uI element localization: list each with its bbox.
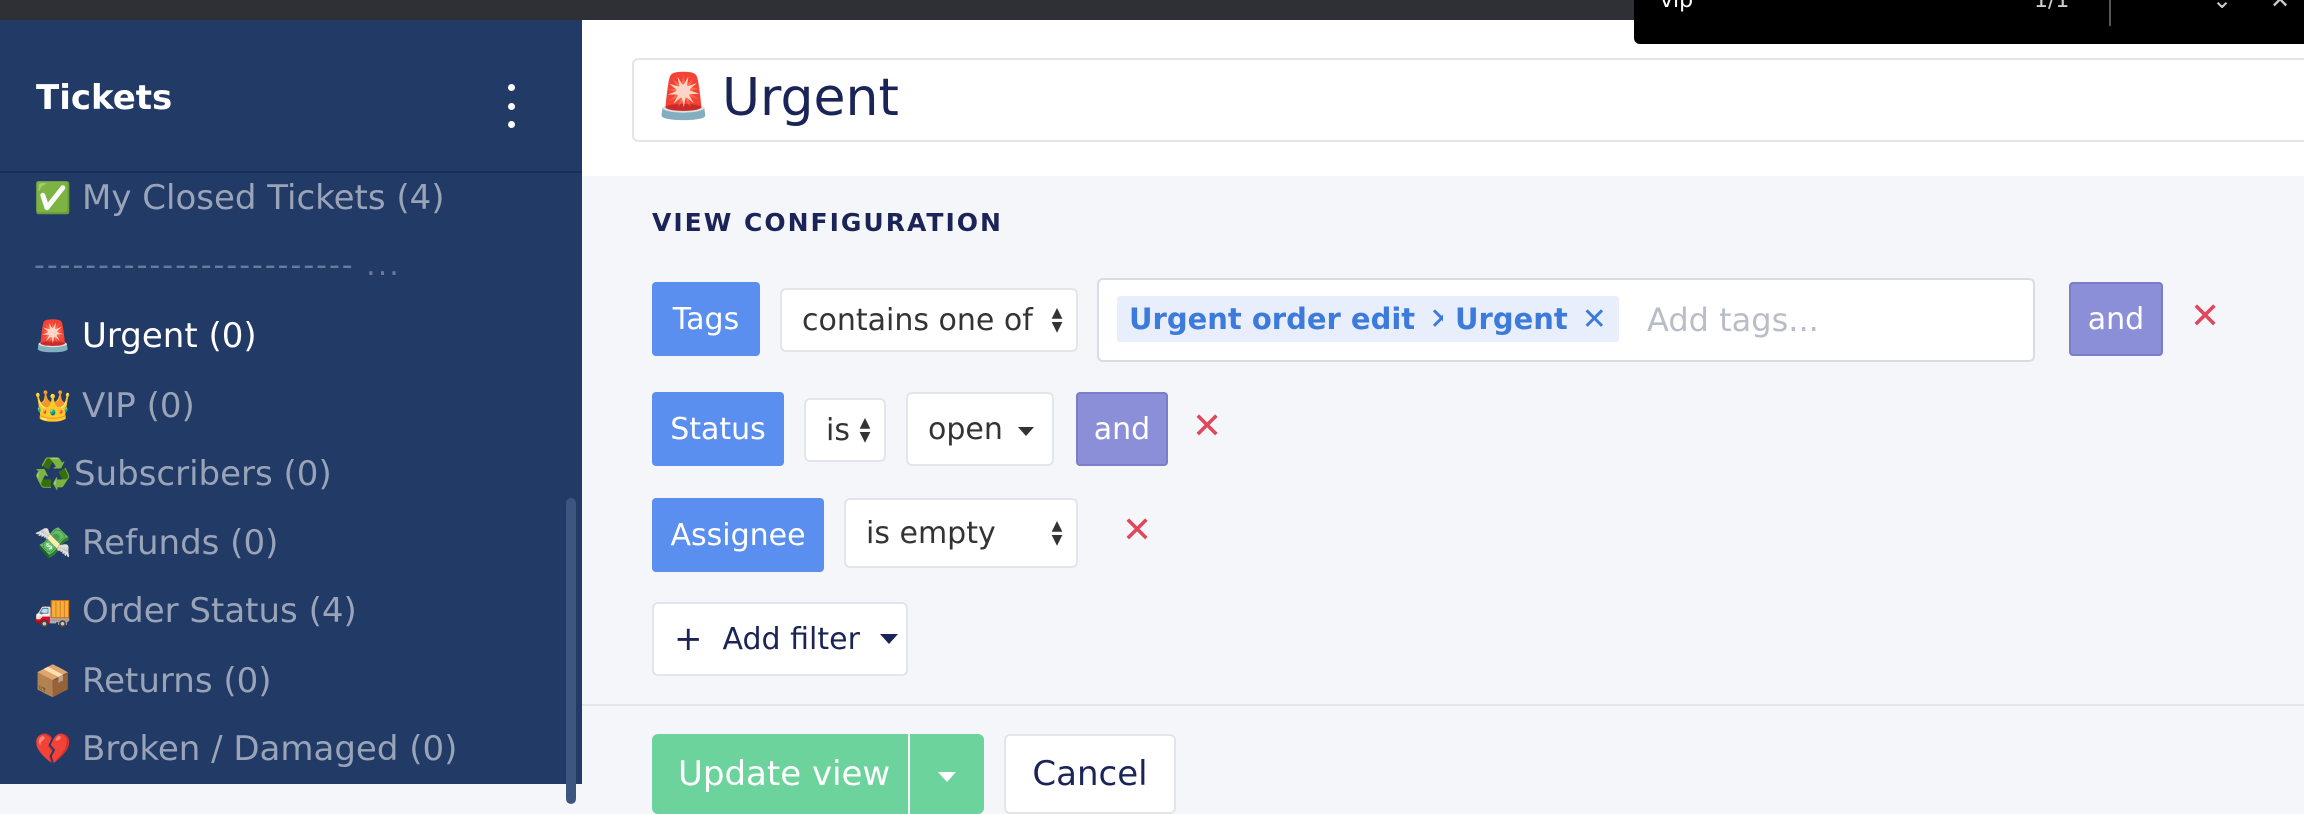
tag-chip: Urgent ✕ (1443, 296, 1619, 342)
close-icon[interactable]: ✕ (1192, 406, 1222, 447)
find-bar: vip 1/1 ⌃ ⌄ ✕ (1634, 0, 2304, 44)
sidebar-title: Tickets (36, 78, 173, 118)
find-query[interactable]: vip (1660, 0, 1693, 13)
update-view-button[interactable]: Update view (652, 734, 908, 814)
view-name-field[interactable]: 🚨 Urgent (632, 58, 2304, 142)
plus-icon: + (674, 619, 703, 659)
sidebar-item-urgent[interactable]: 🚨 Urgent (0) (34, 316, 257, 356)
sidebar-scrollbar[interactable] (566, 498, 576, 804)
add-tags-input[interactable] (1645, 294, 2009, 346)
crown-icon: 👑 (34, 388, 72, 424)
remove-tag-icon[interactable]: ✕ (1582, 302, 1607, 337)
chevron-down-icon[interactable]: ⌄ (2212, 0, 2232, 14)
close-icon[interactable]: ✕ (2190, 296, 2220, 337)
filter-field-status[interactable]: Status (652, 392, 784, 466)
close-icon[interactable]: ✕ (2270, 0, 2290, 14)
sidebar: Tickets ✅ My Closed Tickets (4) --------… (0, 20, 582, 804)
check-icon: ✅ (34, 180, 72, 216)
and-button[interactable]: and (1076, 392, 1168, 466)
view-name[interactable]: Urgent (722, 68, 899, 128)
divider (582, 704, 2304, 706)
filter-field-assignee[interactable]: Assignee (652, 498, 824, 572)
update-options-dropdown[interactable] (910, 734, 984, 814)
sidebar-item-label: Subscribers (0) (74, 454, 332, 494)
sidebar-item-my-closed-tickets[interactable]: ✅ My Closed Tickets (4) (34, 178, 445, 218)
sidebar-item-label: Refunds (0) (82, 523, 279, 563)
filter-operator-select[interactable]: contains one of ▲ ▼ (780, 288, 1078, 352)
tags-input-box[interactable]: Urgent order edit ✕ Urgent ✕ (1097, 278, 2035, 362)
caret-down-icon (938, 772, 956, 782)
sidebar-item-order-status[interactable]: 🚚 Order Status (4) (34, 591, 357, 631)
find-count: 1/1 (2034, 0, 2070, 13)
sidebar-item-label: My Closed Tickets (4) (82, 178, 445, 218)
close-icon[interactable]: ✕ (1122, 510, 1152, 551)
truck-icon: 🚚 (34, 593, 72, 629)
package-icon: 📦 (34, 663, 72, 699)
sidebar-separator: ------------------------- ... (34, 248, 401, 283)
sidebar-item-label: Urgent (0) (82, 316, 257, 356)
tag-chip: Urgent order edit ✕ (1117, 296, 1467, 342)
siren-icon: 🚨 (656, 71, 711, 122)
filter-operator-select[interactable]: is empty ▲ ▼ (844, 498, 1078, 568)
sidebar-item-returns[interactable]: 📦 Returns (0) (34, 661, 272, 701)
filter-operator-select[interactable]: is ▲ ▼ (804, 398, 886, 462)
chevron-up-icon[interactable]: ⌃ (2154, 0, 2174, 14)
updown-icon: ▲ ▼ (1051, 305, 1063, 335)
money-icon: 💸 (34, 525, 72, 561)
main-panel: 🚨 Urgent VIEW CONFIGURATION Tags contain… (582, 20, 2304, 814)
sidebar-item-vip[interactable]: 👑 VIP (0) (34, 386, 195, 426)
filter-value-dropdown[interactable]: open (906, 392, 1054, 466)
sidebar-item-label: Order Status (4) (82, 591, 357, 631)
section-label: VIEW CONFIGURATION (652, 208, 1003, 237)
sidebar-item-broken-damaged[interactable]: 💔 Broken / Damaged (0) (34, 729, 457, 769)
sidebar-item-label: VIP (0) (82, 386, 195, 426)
more-options-icon[interactable] (496, 84, 526, 128)
sidebar-item-label: Returns (0) (82, 661, 272, 701)
divider (2109, 0, 2111, 26)
siren-icon: 🚨 (34, 318, 72, 354)
divider (0, 171, 582, 173)
add-filter-button[interactable]: + Add filter (652, 602, 908, 676)
and-button[interactable]: and (2069, 282, 2163, 356)
updown-icon: ▲ ▼ (1051, 518, 1063, 548)
sidebar-item-label: Broken / Damaged (0) (82, 729, 458, 769)
recycle-icon: ♻️ (34, 456, 72, 492)
caret-down-icon (1018, 427, 1034, 436)
filter-field-tags[interactable]: Tags (652, 282, 760, 356)
sidebar-item-refunds[interactable]: 💸 Refunds (0) (34, 523, 278, 563)
caret-down-icon (879, 634, 898, 644)
sidebar-item-subscribers[interactable]: ♻️ Subscribers (0) (34, 454, 332, 494)
cancel-button[interactable]: Cancel (1004, 734, 1176, 814)
updown-icon: ▲ ▼ (859, 415, 871, 445)
broken-heart-icon: 💔 (34, 731, 72, 767)
